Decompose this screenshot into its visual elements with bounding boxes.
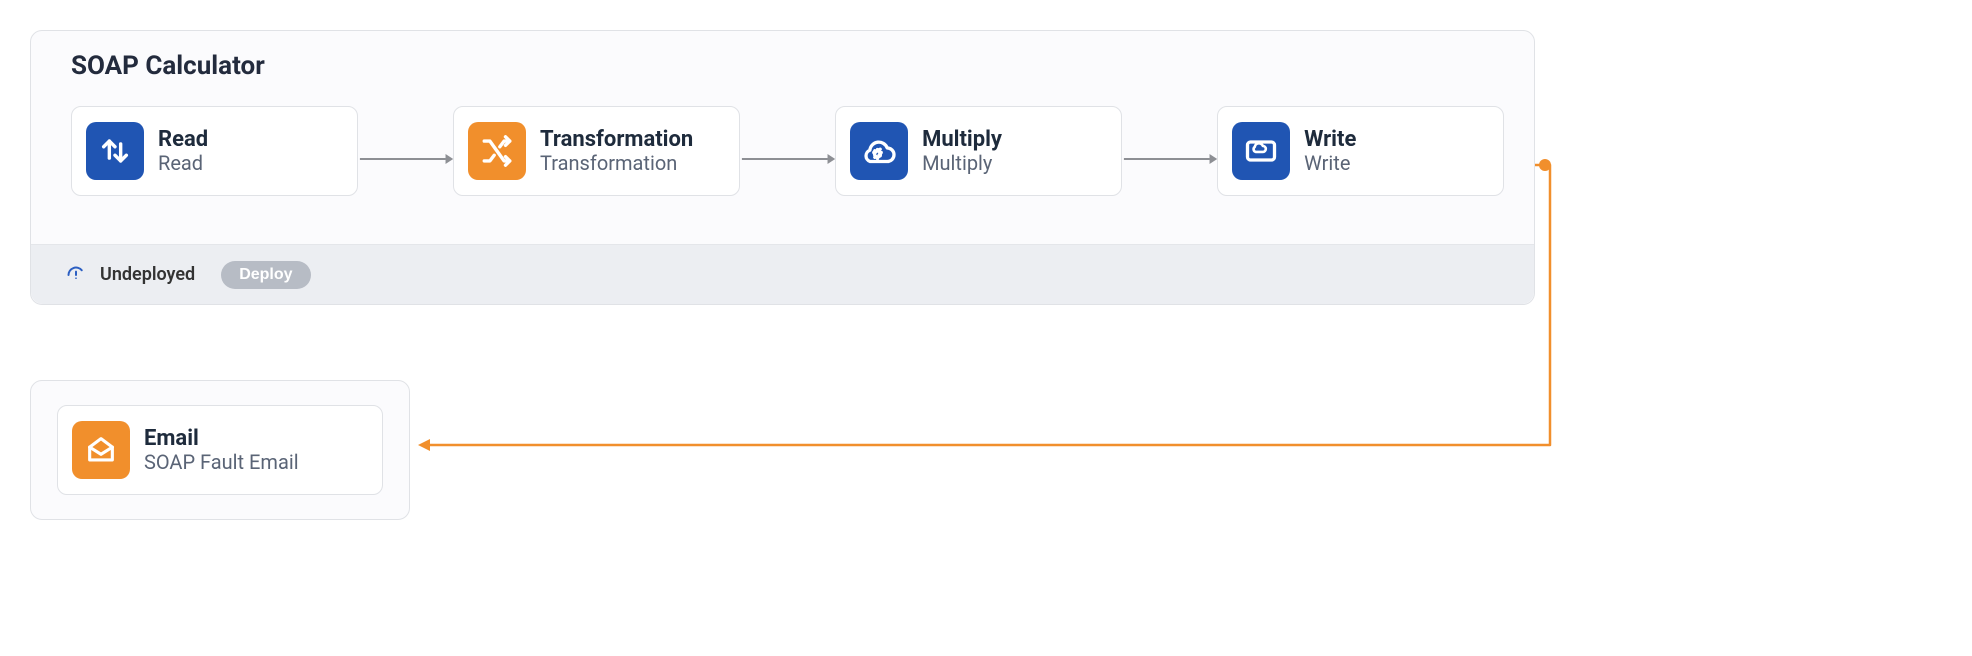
flow-arrow	[1122, 150, 1217, 152]
node-email[interactable]: Email SOAP Fault Email	[57, 405, 383, 495]
arrows-up-down-icon	[86, 122, 144, 180]
status-bar: Undeployed Deploy	[31, 244, 1534, 304]
node-subtitle: Multiply	[922, 152, 1002, 175]
status-label: Undeployed	[100, 264, 195, 285]
shuffle-icon	[468, 122, 526, 180]
node-title: Email	[144, 426, 299, 451]
workflow-card[interactable]: SOAP Calculator Read Read	[30, 30, 1535, 305]
cloud-box-icon	[1232, 122, 1290, 180]
node-title: Write	[1304, 127, 1356, 152]
workflow-title: SOAP Calculator	[31, 31, 1534, 91]
cloud-gear-icon	[850, 122, 908, 180]
node-subtitle: SOAP Fault Email	[144, 451, 299, 474]
workflow-nodes-row: Read Read Transformation Transformation	[31, 91, 1534, 211]
deploy-button[interactable]: Deploy	[221, 261, 310, 289]
node-transformation[interactable]: Transformation Transformation	[453, 106, 740, 196]
node-title: Transformation	[540, 127, 693, 152]
mail-icon	[72, 421, 130, 479]
node-write[interactable]: Write Write	[1217, 106, 1504, 196]
diagram-canvas: SOAP Calculator Read Read	[20, 20, 1560, 540]
node-title: Multiply	[922, 127, 1002, 152]
node-title: Read	[158, 127, 208, 152]
node-subtitle: Transformation	[540, 152, 693, 175]
fault-handler-card[interactable]: Email SOAP Fault Email	[30, 380, 410, 520]
flow-arrow	[740, 150, 835, 152]
node-subtitle: Read	[158, 152, 208, 175]
node-multiply[interactable]: Multiply Multiply	[835, 106, 1122, 196]
node-read[interactable]: Read Read	[71, 106, 358, 196]
flow-arrow	[358, 150, 453, 152]
undeployed-icon	[66, 265, 86, 285]
node-subtitle: Write	[1304, 152, 1356, 175]
